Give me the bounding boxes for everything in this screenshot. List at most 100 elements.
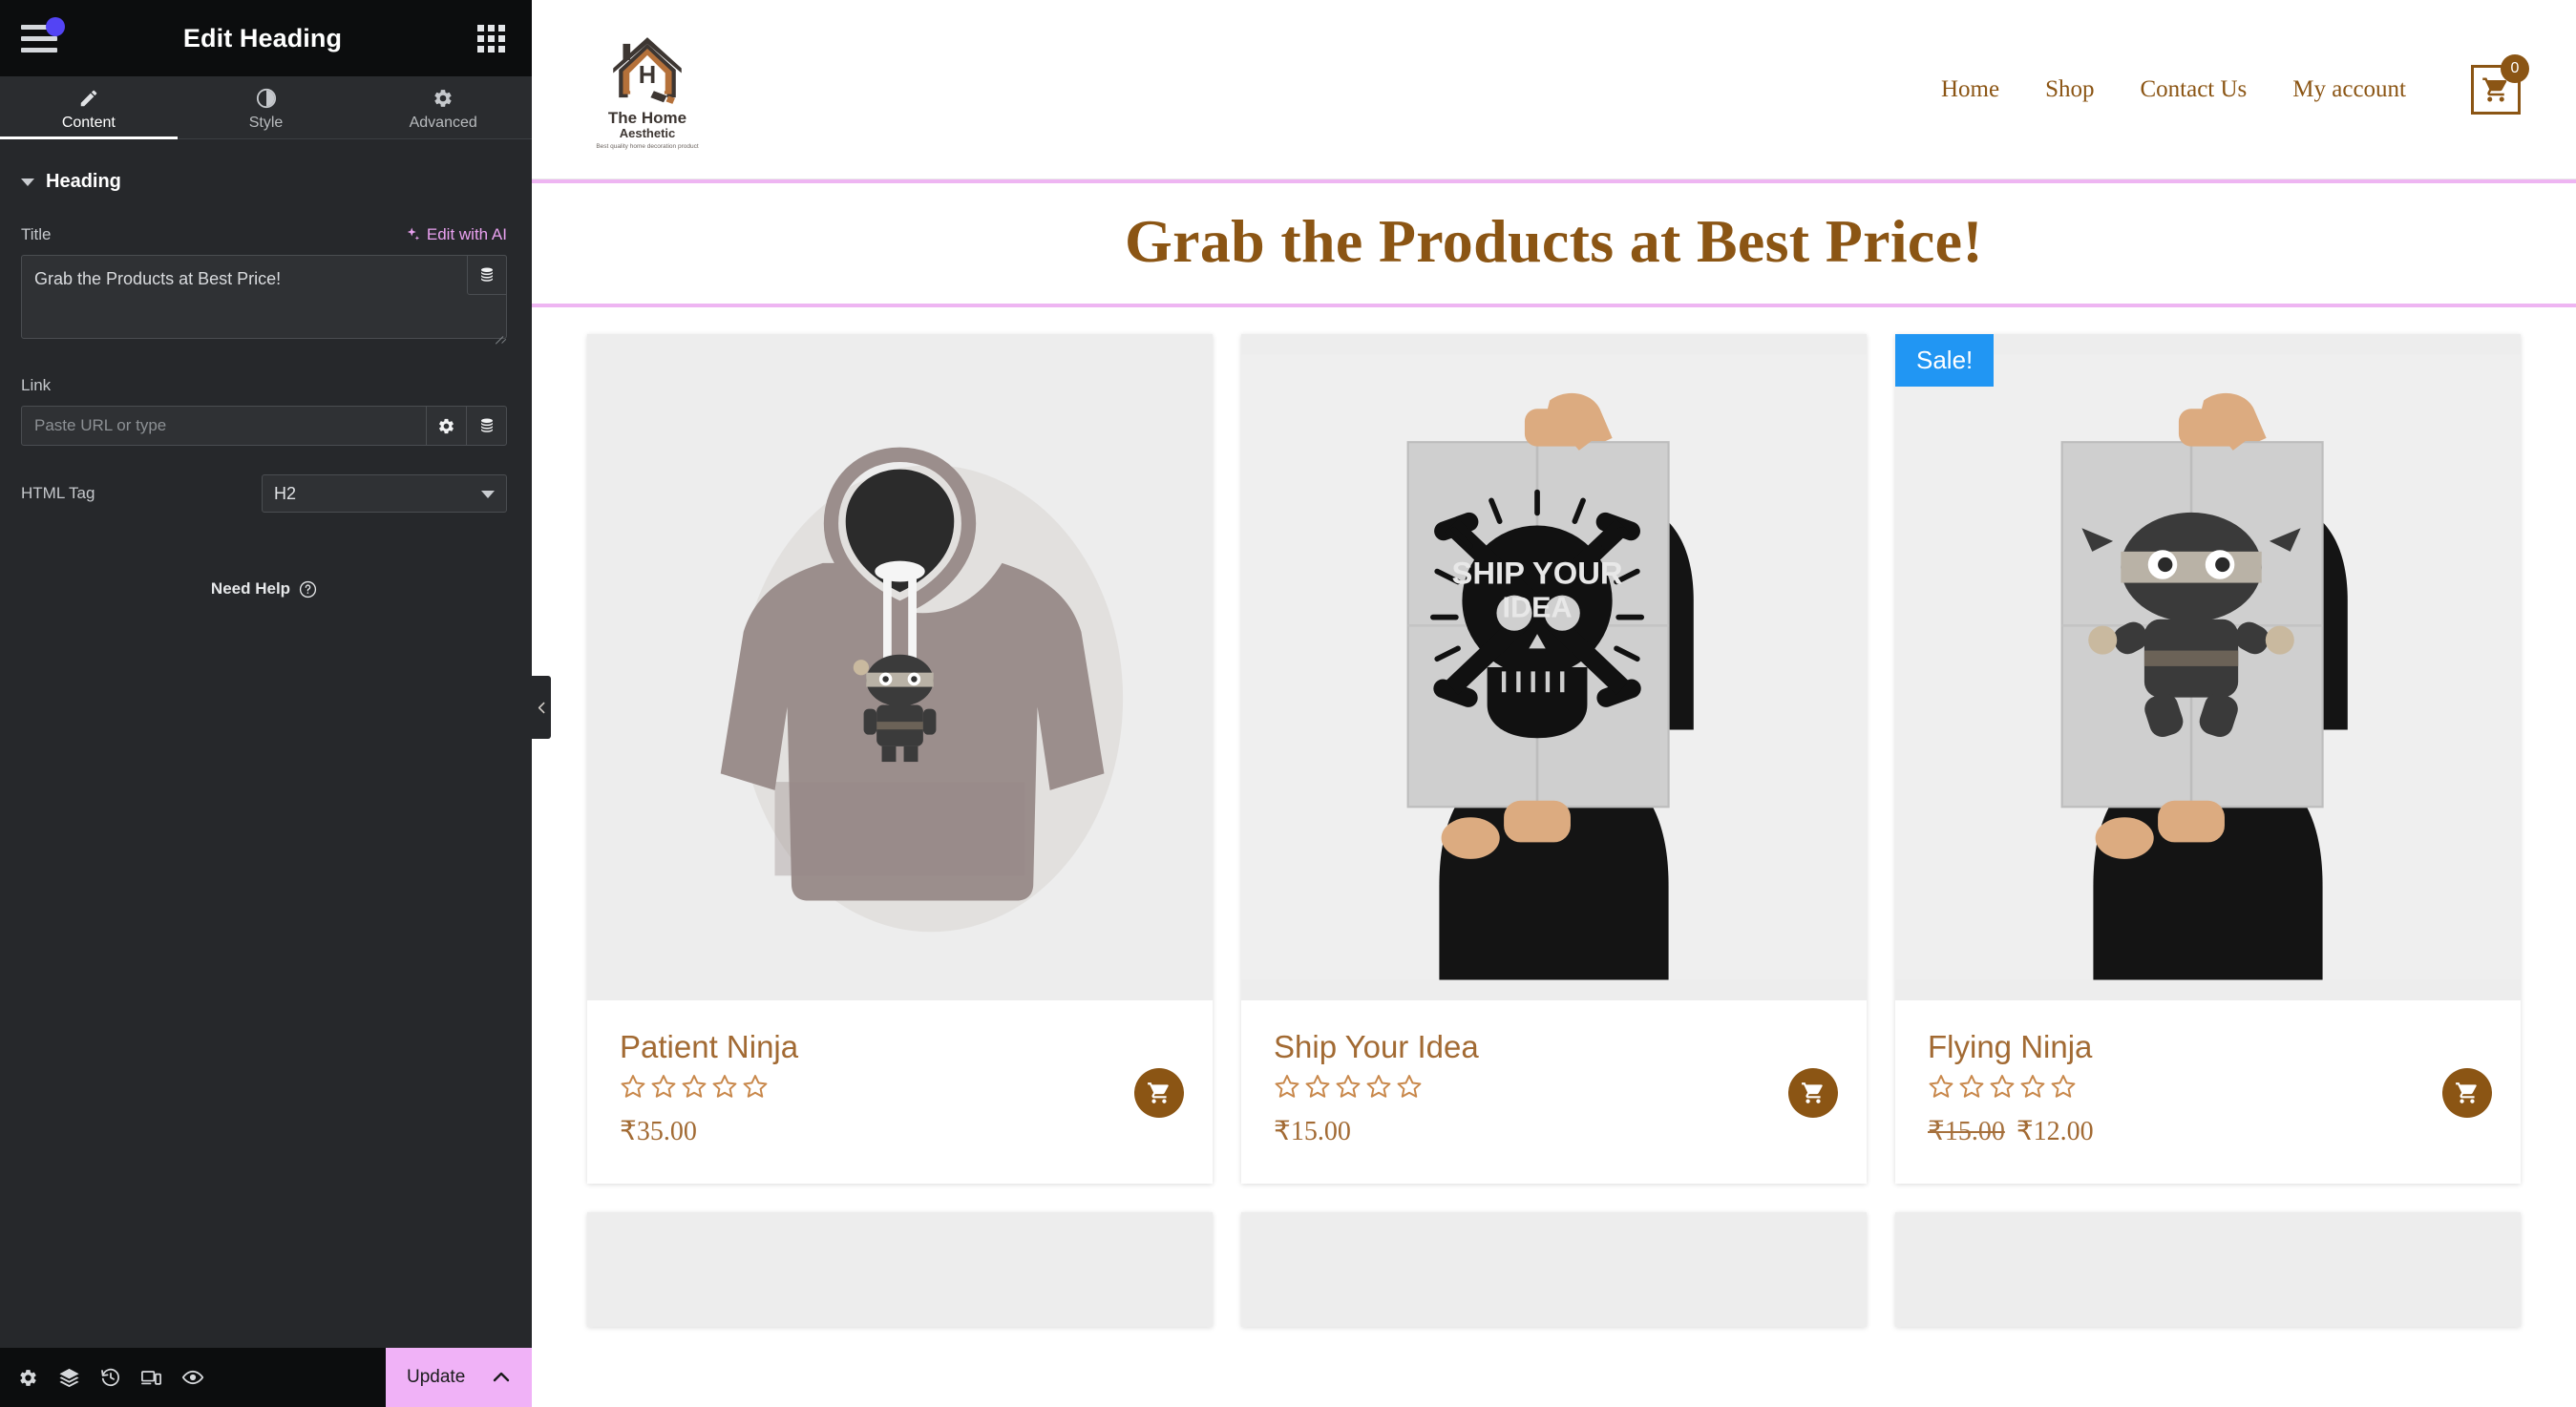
chevron-up-icon[interactable]: [490, 1366, 513, 1389]
link-input-row: [21, 406, 507, 446]
section-heading-label: Heading: [46, 171, 121, 192]
star-icon: [1366, 1075, 1391, 1099]
add-to-cart-button[interactable]: [1134, 1068, 1184, 1119]
product-price-row: ₹15.00 ₹12.00: [1928, 1115, 2488, 1147]
poster-skull-product-image: SHIP YOUR IDEA: [1241, 354, 1867, 980]
tab-style[interactable]: Style: [178, 76, 355, 138]
preview-canvas: H The Home Aesthetic Best quality home d…: [532, 0, 2576, 1407]
add-to-cart-button[interactable]: [1788, 1068, 1838, 1119]
database-icon: [481, 267, 493, 282]
heading-text: Grab the Products at Best Price!: [1125, 207, 1983, 275]
edit-with-ai-button[interactable]: Edit with AI: [404, 225, 507, 244]
product-info: Ship Your Idea ₹15.00: [1241, 1000, 1867, 1185]
panel-collapse-handle[interactable]: [532, 676, 551, 739]
product-grid-row-1: Patient Ninja ₹35.00 SHIP YOUR IDEA Ship…: [532, 307, 2576, 1185]
site-logo[interactable]: H The Home Aesthetic Best quality home d…: [591, 29, 704, 150]
star-icon: [712, 1075, 737, 1099]
html-tag-row: HTML Tag H1H2H3H4H5H6divspanp: [21, 474, 507, 513]
add-to-cart-icon: [1148, 1082, 1169, 1104]
nav-link-home[interactable]: Home: [1918, 76, 2022, 103]
hoodie-product-image: [587, 354, 1213, 980]
panel-tabs: Content Style Advanced: [0, 76, 532, 139]
link-dynamic-tags-button[interactable]: [466, 407, 506, 445]
help-circle-icon: [299, 580, 317, 598]
update-button[interactable]: Update: [386, 1348, 532, 1407]
chevron-down-icon: [21, 178, 34, 186]
html-tag-select-wrap: H1H2H3H4H5H6divspanp: [262, 474, 507, 513]
link-options-button[interactable]: [426, 407, 466, 445]
product-image[interactable]: [587, 1212, 1213, 1328]
product-image[interactable]: [587, 334, 1213, 1001]
add-to-cart-icon: [1802, 1082, 1823, 1104]
product-info: Patient Ninja ₹35.00: [587, 1000, 1213, 1185]
html-tag-select[interactable]: H1H2H3H4H5H6divspanp: [262, 474, 507, 513]
update-label: Update: [407, 1367, 466, 1387]
cart-count-badge: 0: [2501, 53, 2529, 83]
product-card[interactable]: Sale! Flying Ninja ₹15.00 ₹12.00: [1895, 334, 2521, 1185]
product-price: ₹15.00: [1274, 1117, 1351, 1147]
product-card[interactable]: [587, 1212, 1213, 1328]
nav-link-contact-us[interactable]: Contact Us: [2117, 76, 2270, 103]
heading-widget-selected[interactable]: Grab the Products at Best Price!: [532, 179, 2576, 308]
product-grid-row-2: [532, 1184, 2576, 1328]
section-heading-toggle[interactable]: Heading: [0, 139, 532, 193]
tab-content-label: Content: [61, 114, 116, 131]
product-price-row: ₹35.00: [620, 1115, 1180, 1147]
grid-apps-icon[interactable]: [477, 24, 505, 52]
star-icon: [1275, 1075, 1299, 1099]
product-price-old: ₹15.00: [1928, 1117, 2005, 1147]
nav-link-shop[interactable]: Shop: [2022, 76, 2117, 103]
contrast-icon: [256, 88, 277, 109]
product-rating-stars[interactable]: [620, 1073, 1180, 1100]
product-title[interactable]: Patient Ninja: [620, 1029, 1180, 1065]
product-card[interactable]: [1895, 1212, 2521, 1328]
star-icon: [743, 1075, 768, 1099]
link-label: Link: [21, 376, 52, 394]
product-rating-stars[interactable]: [1928, 1073, 2488, 1100]
product-card[interactable]: SHIP YOUR IDEA Ship Your Idea ₹15.00: [1241, 334, 1867, 1185]
site-nav: Home Shop Contact Us My account 0: [1918, 53, 2529, 115]
logo-tagline: Best quality home decoration product: [596, 142, 699, 150]
responsive-mode-icon[interactable]: [131, 1348, 172, 1407]
product-price-row: ₹15.00: [1274, 1115, 1834, 1147]
product-title[interactable]: Ship Your Idea: [1274, 1029, 1834, 1065]
star-icon: [621, 1075, 645, 1099]
product-card[interactable]: [1241, 1212, 1867, 1328]
notification-dot: [46, 17, 65, 36]
panel-menu-button[interactable]: [21, 17, 65, 57]
tab-content[interactable]: Content: [0, 76, 178, 139]
tab-advanced[interactable]: Advanced: [354, 76, 532, 138]
settings-icon[interactable]: [8, 1348, 49, 1407]
svg-text:H: H: [639, 62, 656, 89]
product-image[interactable]: [1895, 1212, 2521, 1328]
title-dynamic-tags-button[interactable]: [467, 255, 507, 295]
product-image[interactable]: [1241, 1212, 1867, 1328]
edit-with-ai-label: Edit with AI: [426, 225, 507, 243]
cart-button[interactable]: 0: [2471, 53, 2529, 115]
add-to-cart-button[interactable]: [2442, 1068, 2492, 1119]
control-group-content: Title Edit with AI Grab the Products at …: [0, 225, 532, 598]
need-help-link[interactable]: Need Help: [21, 579, 507, 598]
need-help-label: Need Help: [210, 579, 291, 598]
site-header: H The Home Aesthetic Best quality home d…: [532, 0, 2576, 179]
title-control-label-row: Title Edit with AI: [21, 225, 507, 244]
elementor-editor-panel: Edit Heading Content Style Advanced Head…: [0, 0, 551, 1407]
product-image[interactable]: Sale!: [1895, 334, 2521, 1001]
preview-eye-icon[interactable]: [172, 1348, 213, 1407]
database-icon: [480, 418, 493, 432]
product-info: Flying Ninja ₹15.00 ₹12.00: [1895, 1000, 2521, 1185]
navigator-layers-icon[interactable]: [49, 1348, 90, 1407]
product-title[interactable]: Flying Ninja: [1928, 1029, 2488, 1065]
star-icon: [1959, 1075, 1984, 1099]
panel-header: Edit Heading: [0, 0, 532, 76]
product-rating-stars[interactable]: [1274, 1073, 1834, 1100]
product-image[interactable]: SHIP YOUR IDEA: [1241, 334, 1867, 1001]
link-input[interactable]: [22, 407, 426, 445]
title-textarea[interactable]: [21, 255, 507, 339]
history-icon[interactable]: [90, 1348, 131, 1407]
panel-body: Heading Title Edit with AI Grab the Prod…: [0, 139, 532, 1348]
nav-link-my-account[interactable]: My account: [2270, 76, 2429, 103]
html-tag-label: HTML Tag: [21, 484, 95, 502]
panel-footer: Update: [0, 1348, 532, 1407]
product-card[interactable]: Patient Ninja ₹35.00: [587, 334, 1213, 1185]
